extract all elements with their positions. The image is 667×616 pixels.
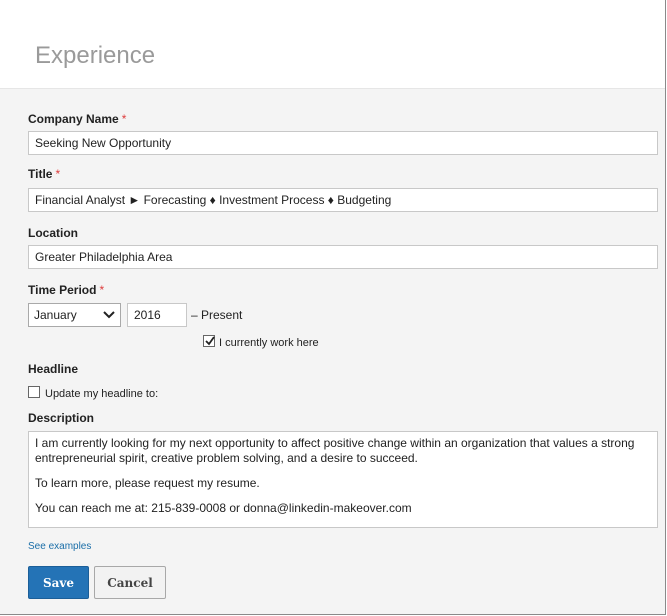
location-label: Location xyxy=(28,226,78,240)
required-marker: * xyxy=(99,283,105,297)
experience-form-panel: Experience Company Name * Seeking New Opp… xyxy=(0,0,666,615)
title-label: Title * xyxy=(28,167,60,181)
time-period-label: Time Period * xyxy=(28,283,104,297)
section-header: Experience xyxy=(0,0,665,89)
company-name-input[interactable]: Seeking New Opportunity xyxy=(28,131,658,155)
chevron-down-icon xyxy=(102,306,116,324)
see-examples-link[interactable]: See examples xyxy=(28,541,91,552)
description-paragraph: To learn more, please request my resume. xyxy=(35,476,260,490)
currently-work-here-checkbox[interactable] xyxy=(203,335,215,347)
required-marker: * xyxy=(121,112,127,126)
currently-work-here-label: I currently work here xyxy=(219,337,319,349)
update-headline-label: Update my headline to: xyxy=(45,388,159,400)
month-select[interactable]: January xyxy=(28,303,121,327)
company-name-label: Company Name * xyxy=(28,112,126,126)
save-button[interactable]: Save xyxy=(28,566,89,599)
time-period-label-text: Time Period xyxy=(28,283,97,297)
company-name-label-text: Company Name xyxy=(28,112,119,126)
description-textarea[interactable]: I am currently looking for my next oppor… xyxy=(28,431,658,528)
location-input[interactable]: Greater Philadelphia Area xyxy=(28,245,658,269)
cancel-button[interactable]: Cancel xyxy=(94,566,166,599)
description-label: Description xyxy=(28,411,95,425)
update-headline-checkbox[interactable] xyxy=(28,386,40,398)
checkmark-icon xyxy=(205,336,215,346)
month-select-value: January xyxy=(34,308,77,322)
headline-label: Headline xyxy=(28,362,79,376)
required-marker: * xyxy=(55,167,61,181)
present-text: – Present xyxy=(191,308,243,322)
section-title: Experience xyxy=(35,42,156,69)
form-body: Company Name * Seeking New Opportunity Ti… xyxy=(0,89,665,614)
title-label-text: Title xyxy=(28,167,53,181)
title-input[interactable]: Financial Analyst ► Forecasting ♦ Invest… xyxy=(28,188,658,212)
description-paragraph: I am currently looking for my next oppor… xyxy=(35,436,635,465)
year-input[interactable]: 2016 xyxy=(127,303,187,327)
description-paragraph: You can reach me at: 215-839-0008 or don… xyxy=(35,501,412,515)
